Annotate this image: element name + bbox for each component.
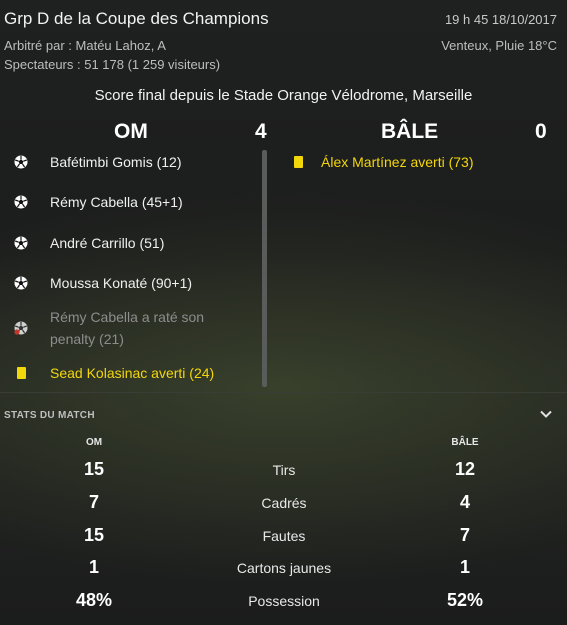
stat-label: Cartons jaunes: [236, 560, 332, 576]
home-event-text: Bafétimbi Gomis (12): [50, 154, 182, 170]
away-team-name: BÂLE: [381, 120, 439, 143]
home-event-goal: Bafétimbi Gomis (12): [12, 153, 181, 171]
yellow-card-icon: [12, 364, 30, 382]
away-event-text: Álex Martínez averti (73): [321, 154, 474, 170]
referee-info: Arbitré par : Matéu Lahoz, A: [4, 38, 166, 53]
away-event-yellow-card: Álex Martínez averti (73): [289, 153, 474, 171]
stat-home-value: 15: [83, 459, 105, 479]
match-title: Grp D de la Coupe des Champions: [4, 9, 269, 28]
home-team-score: 4: [255, 120, 267, 143]
yellow-card-icon: [289, 153, 307, 171]
venue-info: Score final depuis le Stade Orange Vélod…: [94, 87, 473, 104]
stat-home-value: 7: [88, 492, 99, 512]
stat-away-value: 1: [459, 557, 470, 577]
stat-row-shots: 15 Tirs 12: [0, 459, 567, 491]
spectators-info: Spectateurs : 51 178 (1 259 visiteurs): [4, 57, 221, 72]
events-scrollbar[interactable]: [262, 150, 267, 387]
chevron-down-icon[interactable]: [538, 406, 554, 422]
home-event-goal: Rémy Cabella (45+1): [12, 193, 183, 211]
home-event-text: Moussa Konaté (90+1): [50, 275, 193, 291]
stat-row-possession: 48% Possession 52%: [0, 590, 567, 622]
stat-home-value: 1: [88, 557, 99, 577]
football-icon: [12, 193, 30, 211]
home-event-missed-penalty: Rémy Cabella a raté son penalty (21): [12, 306, 252, 350]
home-event-yellow-card: Sead Kolasinac averti (24): [12, 364, 214, 382]
stat-home-value: 15: [83, 525, 105, 545]
stat-away-value: 52%: [446, 590, 484, 610]
home-event-text: André Carrillo (51): [50, 235, 165, 251]
home-event-text: Rémy Cabella a raté son penalty (21): [50, 309, 205, 347]
stats-section-label: STATS DU MATCH: [4, 410, 95, 421]
stat-away-value: 12: [454, 459, 476, 479]
home-team-name: OM: [114, 120, 148, 143]
missed-penalty-icon: [12, 319, 30, 337]
section-divider: [0, 392, 567, 393]
match-datetime: 19 h 45 18/10/2017: [444, 12, 557, 27]
home-event-goal: André Carrillo (51): [12, 234, 164, 252]
home-event-goal: Moussa Konaté (90+1): [12, 274, 192, 292]
stat-row-on-target: 7 Cadrés 4: [0, 492, 567, 524]
football-icon: [12, 153, 30, 171]
stat-row-yellow-cards: 1 Cartons jaunes 1: [0, 557, 567, 589]
home-event-text: Sead Kolasinac averti (24): [50, 365, 215, 381]
home-event-text: Rémy Cabella (45+1): [50, 194, 183, 210]
stat-away-value: 4: [459, 492, 470, 512]
weather-info: Venteux, Pluie 18°C: [441, 38, 557, 53]
stat-label: Tirs: [272, 462, 296, 478]
stat-away-value: 7: [459, 525, 470, 545]
stat-label: Cadrés: [261, 495, 307, 511]
stat-label: Fautes: [262, 528, 306, 544]
stat-label: Possession: [248, 593, 320, 609]
stats-away-label: BÂLE: [451, 437, 479, 448]
football-icon: [12, 234, 30, 252]
away-team-score: 0: [535, 120, 547, 143]
football-icon: [12, 274, 30, 292]
stats-home-label: OM: [85, 437, 103, 448]
stat-row-fouls: 15 Fautes 7: [0, 525, 567, 557]
stat-home-value: 48%: [75, 590, 113, 610]
